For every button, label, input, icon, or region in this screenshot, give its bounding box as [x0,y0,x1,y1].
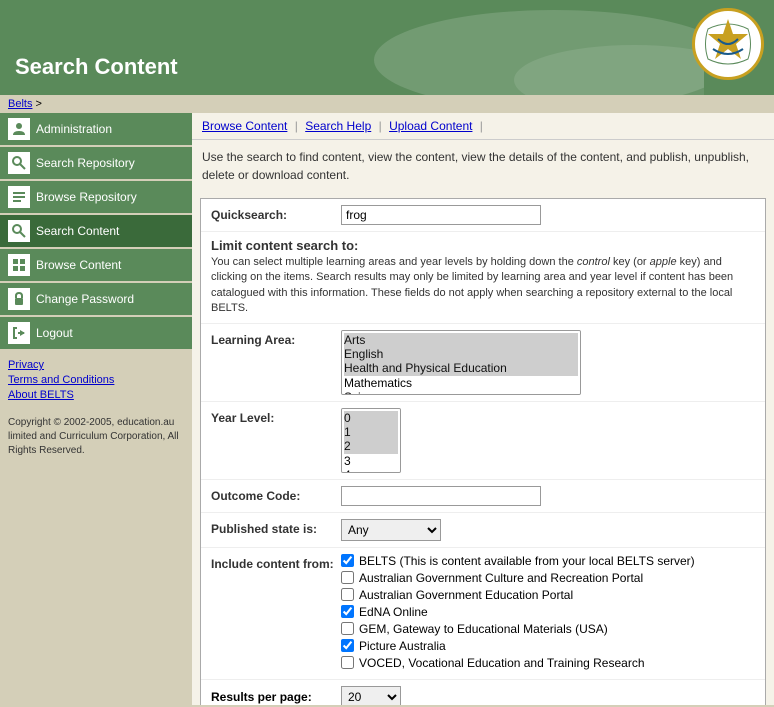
search-content-icon [8,220,30,242]
include-voced-label: VOCED, Vocational Education and Training… [359,656,645,670]
terms-link[interactable]: Terms and Conditions [8,374,184,386]
search-repository-icon [8,152,30,174]
nav-sep2: | [379,119,382,133]
include-aus-culture-label: Australian Government Culture and Recrea… [359,571,643,585]
search-form: Quicksearch: Limit content search to: Yo… [200,198,766,705]
include-aus-education-checkbox[interactable] [341,588,354,601]
breadcrumb-separator: > [36,98,42,110]
include-aus-education-row: Australian Government Education Portal [341,588,755,602]
sidebar-item-browse-repository[interactable]: Browse Repository [0,181,192,213]
include-gem-label: GEM, Gateway to Educational Materials (U… [359,622,608,636]
include-edna-label: EdNA Online [359,605,428,619]
include-picture-aus-checkbox[interactable] [341,639,354,652]
sidebar-item-browse-content[interactable]: Browse Content [0,249,192,281]
browse-content-link[interactable]: Browse Content [202,119,287,133]
page-title: Search Content [15,54,178,80]
outcome-code-input[interactable] [341,486,541,506]
main-description: Use the search to find content, view the… [192,140,774,192]
main-content: Browse Content | Search Help | Upload Co… [192,113,774,705]
quicksearch-label: Quicksearch: [211,205,341,222]
nav-sep1: | [295,119,298,133]
change-password-icon [8,288,30,310]
header-decoration [354,0,704,95]
include-edna-checkbox[interactable] [341,605,354,618]
published-state-control: Any Published Unpublished [341,519,755,541]
search-help-link[interactable]: Search Help [305,119,371,133]
include-gem-row: GEM, Gateway to Educational Materials (U… [341,622,755,636]
logo [692,8,764,80]
learning-area-select[interactable]: Arts English Health and Physical Educati… [341,330,581,395]
privacy-link[interactable]: Privacy [8,359,184,371]
outcome-code-control [341,486,755,506]
include-voced-checkbox[interactable] [341,656,354,669]
year-level-label: Year Level: [211,408,341,425]
include-belts-checkbox[interactable] [341,554,354,567]
nav-sep3: | [480,119,483,133]
outcome-code-label: Outcome Code: [211,486,341,503]
layout: Administration Search Repository Browse … [0,113,774,705]
administration-icon [8,118,30,140]
quicksearch-control [341,205,755,225]
learning-area-control: Arts English Health and Physical Educati… [341,330,755,395]
sidebar-item-logout[interactable]: Logout [0,317,192,349]
breadcrumb: Belts > [0,95,774,113]
learning-area-row: Learning Area: Arts English Health and P… [201,324,765,402]
sidebar-item-search-content[interactable]: Search Content [0,215,192,247]
sidebar-links: Privacy Terms and Conditions About BELTS [0,351,192,412]
learning-area-label: Learning Area: [211,330,341,347]
upload-content-link[interactable]: Upload Content [389,119,472,133]
year-level-select[interactable]: 0 1 2 3 4 5 6 7 8 9 10 11 12 [341,408,401,473]
include-belts-row: BELTS (This is content available from yo… [341,554,755,568]
sidebar-item-change-password[interactable]: Change Password [0,283,192,315]
sidebar-item-search-repository[interactable]: Search Repository [0,147,192,179]
include-edna-row: EdNA Online [341,605,755,619]
results-per-page-select[interactable]: 10 20 50 100 [341,686,401,705]
include-content-row: Include content from: BELTS (This is con… [201,548,765,680]
include-picture-aus-label: Picture Australia [359,639,446,653]
limit-section: Limit content search to: You can select … [201,232,765,324]
results-per-page-label: Results per page: [211,690,341,704]
sidebar-item-administration[interactable]: Administration [0,113,192,145]
include-control: BELTS (This is content available from yo… [341,554,755,673]
year-level-control: 0 1 2 3 4 5 6 7 8 9 10 11 12 [341,408,755,473]
breadcrumb-belts-link[interactable]: Belts [8,98,32,110]
published-state-row: Published state is: Any Published Unpubl… [201,513,765,548]
published-state-label: Published state is: [211,519,341,536]
include-picture-aus-row: Picture Australia [341,639,755,653]
include-voced-row: VOCED, Vocational Education and Training… [341,656,755,670]
about-link[interactable]: About BELTS [8,389,184,401]
copyright-text: Copyright © 2002-2005, education.au limi… [0,412,192,462]
include-label: Include content from: [211,554,341,571]
include-aus-culture-row: Australian Government Culture and Recrea… [341,571,755,585]
include-aus-culture-checkbox[interactable] [341,571,354,584]
year-level-row: Year Level: 0 1 2 3 4 5 6 7 8 9 10 1 [201,402,765,480]
include-gem-checkbox[interactable] [341,622,354,635]
logout-icon [8,322,30,344]
include-aus-education-label: Australian Government Education Portal [359,588,573,602]
results-per-page-row: Results per page: 10 20 50 100 [201,680,765,705]
header: Search Content [0,0,774,95]
outcome-code-row: Outcome Code: [201,480,765,513]
include-belts-label: BELTS (This is content available from yo… [359,554,695,568]
limit-desc: You can select multiple learning areas a… [211,255,755,317]
sidebar: Administration Search Repository Browse … [0,113,192,705]
published-state-select[interactable]: Any Published Unpublished [341,519,441,541]
browse-repository-icon [8,186,30,208]
limit-title: Limit content search to: [211,238,755,253]
quicksearch-input[interactable] [341,205,541,225]
main-nav: Browse Content | Search Help | Upload Co… [192,113,774,140]
quicksearch-row: Quicksearch: [201,199,765,232]
browse-content-icon [8,254,30,276]
